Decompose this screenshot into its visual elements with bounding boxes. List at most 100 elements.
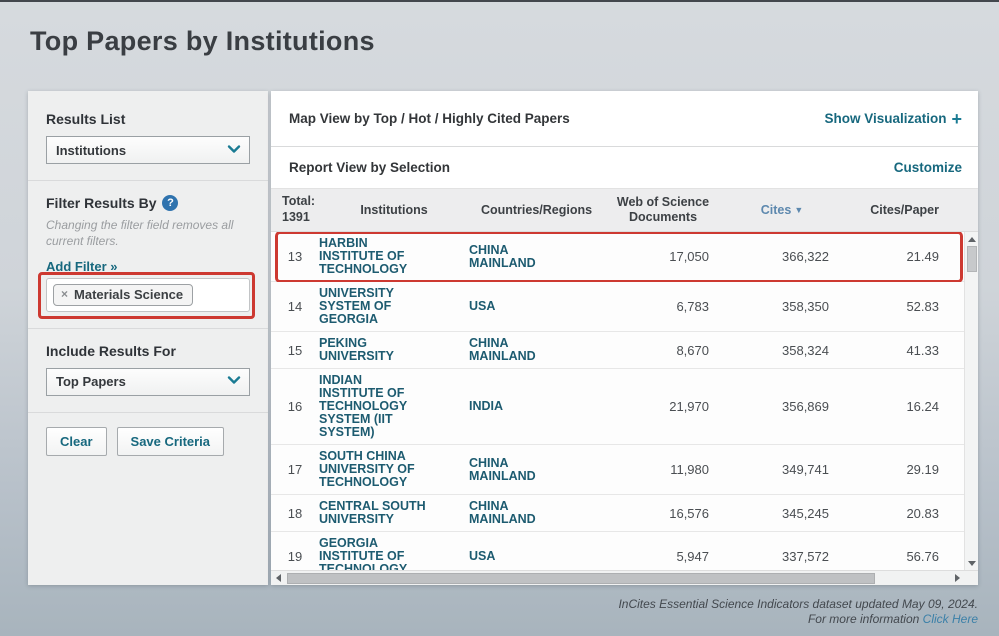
cites-per-paper-cell: 41.33	[842, 343, 954, 358]
horizontal-scrollbar[interactable]	[271, 570, 978, 585]
show-visualization-link[interactable]: Show Visualization +	[824, 110, 962, 128]
cites-cell: 358,324	[722, 343, 842, 358]
click-here-link[interactable]: Click Here	[923, 612, 978, 626]
footer-line-2: For more information	[808, 612, 919, 626]
footer-line-1: InCites Essential Science Indicators dat…	[618, 597, 978, 612]
include-results-selected-value: Top Papers	[56, 374, 126, 389]
institution-cell: CENTRAL SOUTH UNIVERSITY	[319, 500, 469, 526]
save-criteria-button[interactable]: Save Criteria	[117, 427, 225, 456]
show-visualization-label: Show Visualization	[824, 111, 946, 126]
rank-cell: 14	[271, 299, 319, 314]
add-filter-link[interactable]: Add Filter »	[46, 259, 250, 274]
scroll-up-icon[interactable]	[965, 232, 978, 246]
country-cell: CHINA MAINLAND	[469, 337, 604, 363]
column-header-institutions: Institutions	[319, 203, 469, 218]
cites-per-paper-cell: 52.83	[842, 299, 954, 314]
total-label: Total:	[282, 194, 319, 210]
map-view-title: Map View by Top / Hot / Highly Cited Pap…	[289, 111, 570, 126]
cites-cell: 358,350	[722, 299, 842, 314]
filter-chip-label: Materials Science	[74, 287, 183, 302]
total-value: 1391	[282, 210, 319, 226]
institution-cell: SOUTH CHINA UNIVERSITY OF TECHNOLOGY	[319, 450, 469, 489]
cites-per-paper-cell: 21.49	[842, 249, 954, 264]
table-row[interactable]: 18 CENTRAL SOUTH UNIVERSITY CHINA MAINLA…	[271, 495, 964, 532]
institution-cell: UNIVERSITY SYSTEM OF GEORGIA	[319, 287, 469, 326]
rank-cell: 15	[271, 343, 319, 358]
clear-button[interactable]: Clear	[46, 427, 107, 456]
table-row[interactable]: 15 PEKING UNIVERSITY CHINA MAINLAND 8,67…	[271, 332, 964, 369]
institution-cell: PEKING UNIVERSITY	[319, 337, 469, 363]
cites-cell: 345,245	[722, 506, 842, 521]
wos-documents-cell: 16,576	[604, 506, 722, 521]
cites-per-paper-cell: 29.19	[842, 462, 954, 477]
rank-cell: 13	[271, 249, 319, 264]
rank-cell: 18	[271, 506, 319, 521]
report-panel: Map View by Top / Hot / Highly Cited Pap…	[271, 91, 978, 585]
vertical-scrollbar[interactable]	[964, 232, 978, 570]
sidebar-divider	[28, 328, 268, 329]
include-results-select[interactable]: Top Papers	[46, 368, 250, 396]
wos-documents-cell: 17,050	[604, 249, 722, 264]
report-view-title: Report View by Selection	[289, 160, 450, 175]
institution-cell: GEORGIA INSTITUTE OF TECHNOLOGY	[319, 537, 469, 570]
wos-documents-cell: 6,783	[604, 299, 722, 314]
scroll-left-icon[interactable]	[271, 574, 285, 582]
country-cell: USA	[469, 300, 604, 313]
remove-filter-icon[interactable]: ×	[61, 287, 68, 301]
cites-per-paper-cell: 20.83	[842, 506, 954, 521]
window-top-edge	[0, 0, 999, 2]
table-row[interactable]: 19 GEORGIA INSTITUTE OF TECHNOLOGY USA 5…	[271, 532, 964, 570]
total-count: Total: 1391	[271, 194, 319, 225]
table-body: 13 HARBIN INSTITUTE OF TECHNOLOGY CHINA …	[271, 232, 964, 570]
table-row[interactable]: 14 UNIVERSITY SYSTEM OF GEORGIA USA 6,78…	[271, 282, 964, 332]
column-header-countries: Countries/Regions	[469, 203, 604, 218]
results-list-selected-value: Institutions	[56, 143, 126, 158]
table-row[interactable]: 16 INDIAN INSTITUTE OF TECHNOLOGY SYSTEM…	[271, 369, 964, 445]
column-header-cites-per-paper: Cites/Paper	[842, 203, 954, 217]
cites-cell: 366,322	[722, 249, 842, 264]
column-header-cites-sort[interactable]: Cites▼	[722, 203, 842, 217]
chevron-down-icon	[226, 141, 242, 160]
filters-sidebar: Results List Institutions Filter Results…	[28, 91, 268, 585]
filter-tag-area: × Materials Science	[46, 278, 250, 312]
sidebar-divider	[28, 412, 268, 413]
vertical-scrollbar-thumb[interactable]	[967, 246, 977, 272]
filter-note: Changing the filter field removes all cu…	[46, 218, 250, 250]
cites-sort-label: Cites	[761, 203, 792, 217]
wos-documents-cell: 11,980	[604, 462, 722, 477]
country-cell: INDIA	[469, 400, 604, 413]
filter-input-box[interactable]: × Materials Science	[46, 278, 250, 312]
results-list-label: Results List	[46, 111, 250, 127]
customize-link[interactable]: Customize	[894, 160, 962, 175]
institution-cell: INDIAN INSTITUTE OF TECHNOLOGY SYSTEM (I…	[319, 374, 469, 439]
customize-label: Customize	[894, 160, 962, 175]
cites-cell: 349,741	[722, 462, 842, 477]
horizontal-scrollbar-thumb[interactable]	[287, 573, 875, 584]
table-header-row: Total: 1391 Institutions Countries/Regio…	[271, 188, 978, 232]
cites-per-paper-cell: 56.76	[842, 549, 954, 564]
results-list-select[interactable]: Institutions	[46, 136, 250, 164]
country-cell: USA	[469, 550, 604, 563]
filter-chip-materials-science[interactable]: × Materials Science	[53, 284, 193, 306]
institution-cell: HARBIN INSTITUTE OF TECHNOLOGY	[319, 237, 469, 276]
scroll-down-icon[interactable]	[965, 556, 978, 570]
wos-documents-cell: 21,970	[604, 399, 722, 414]
column-header-wos-documents: Web of Science Documents	[604, 195, 722, 225]
include-results-for-label: Include Results For	[46, 343, 250, 359]
country-cell: CHINA MAINLAND	[469, 244, 604, 270]
help-icon[interactable]: ?	[162, 195, 178, 211]
plus-icon: +	[951, 110, 962, 128]
cites-per-paper-cell: 16.24	[842, 399, 954, 414]
country-cell: CHINA MAINLAND	[469, 500, 604, 526]
wos-documents-cell: 8,670	[604, 343, 722, 358]
cites-cell: 356,869	[722, 399, 842, 414]
sidebar-divider	[28, 180, 268, 181]
dataset-footer: InCites Essential Science Indicators dat…	[618, 597, 978, 627]
filter-results-by-label: Filter Results By	[46, 195, 156, 211]
table-row[interactable]: 17 SOUTH CHINA UNIVERSITY OF TECHNOLOGY …	[271, 445, 964, 495]
page-title: Top Papers by Institutions	[30, 26, 375, 57]
rank-cell: 19	[271, 549, 319, 564]
scroll-right-icon[interactable]	[950, 574, 964, 582]
country-cell: CHINA MAINLAND	[469, 457, 604, 483]
table-row[interactable]: 13 HARBIN INSTITUTE OF TECHNOLOGY CHINA …	[271, 232, 964, 282]
